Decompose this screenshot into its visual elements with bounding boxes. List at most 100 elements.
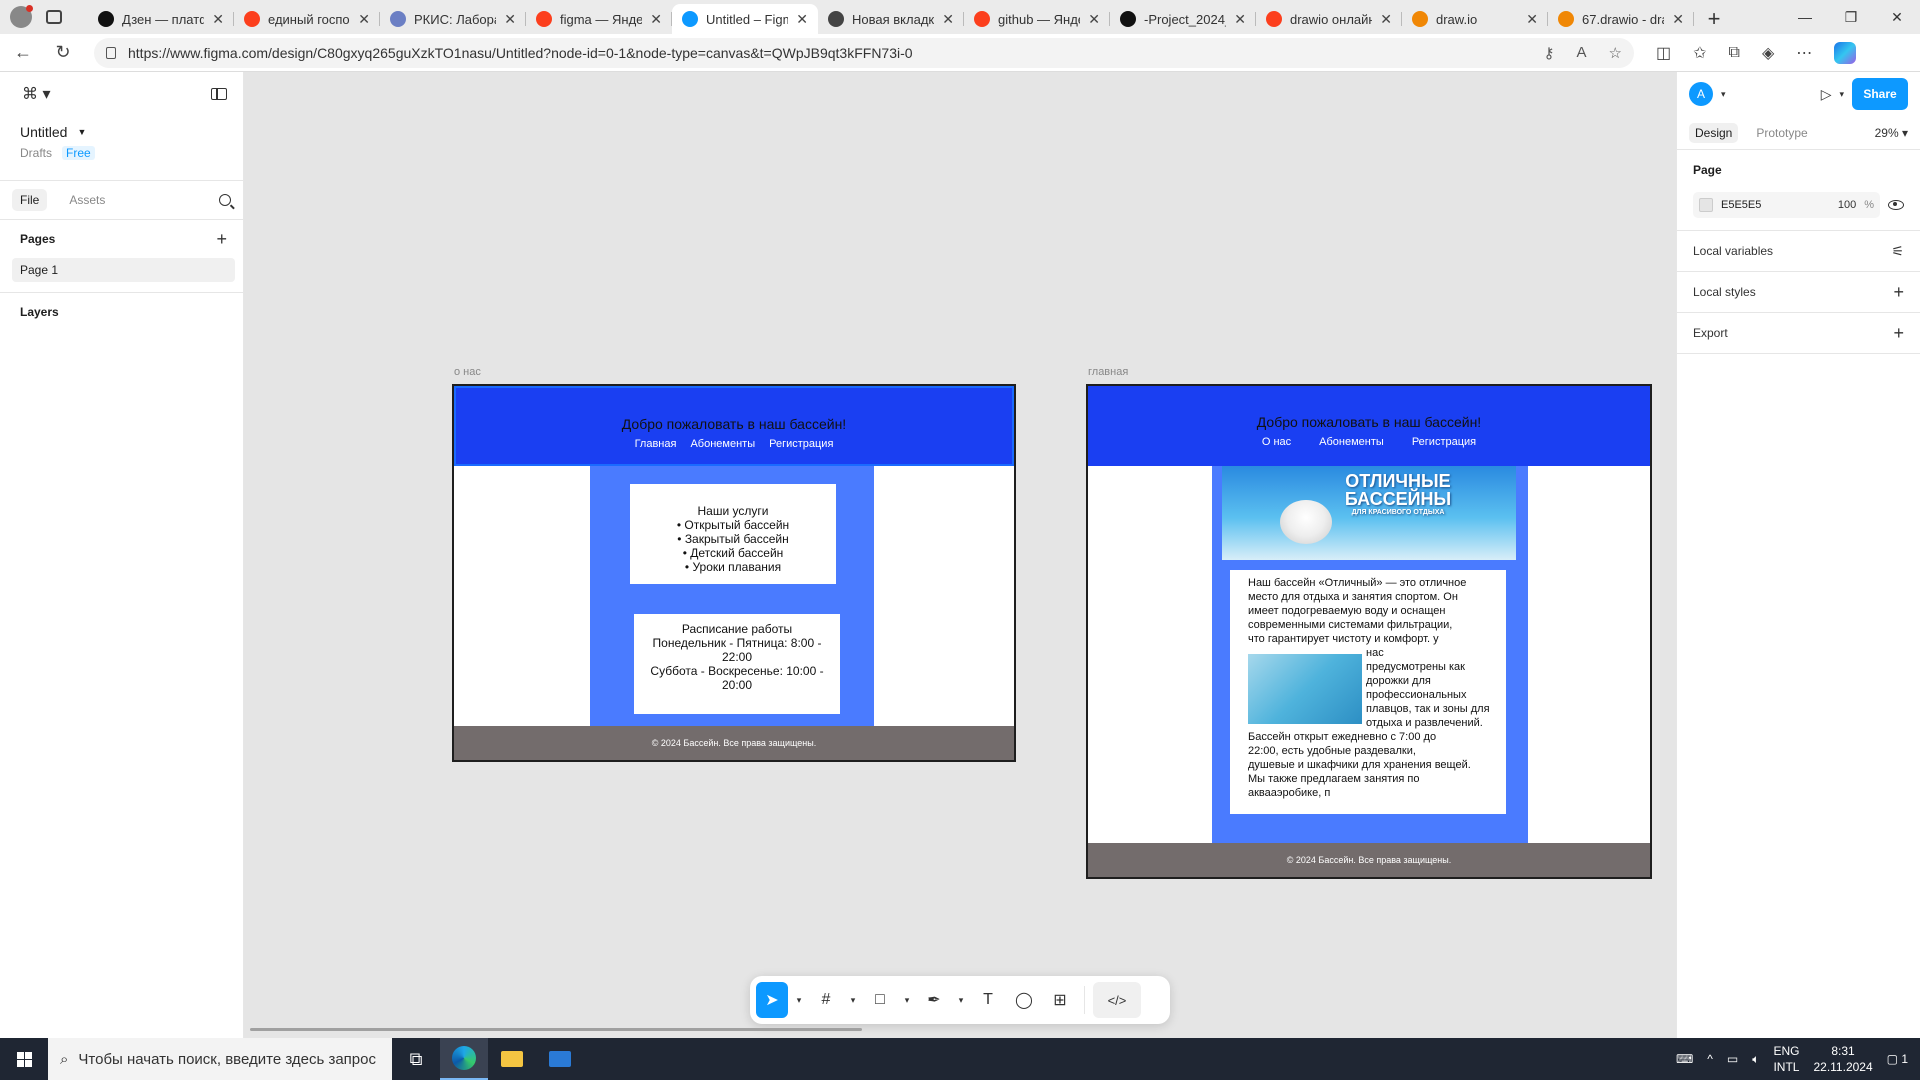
file-name-row[interactable]: Untitled ▼ [0, 116, 243, 140]
browser-tab-title[interactable]: -Project_2024_Z [1144, 12, 1226, 27]
chevron-up-icon[interactable]: ^ [1707, 1052, 1713, 1066]
browser-tab[interactable]: 67.drawio - draw ✕ [1548, 4, 1694, 34]
browser-tab-title[interactable]: 67.drawio - draw [1582, 12, 1664, 27]
search-icon[interactable] [219, 194, 231, 206]
avatar[interactable]: A [1689, 82, 1713, 106]
add-export-icon[interactable]: + [1893, 323, 1904, 344]
edge-app-icon[interactable] [440, 1038, 488, 1080]
tab-prototype[interactable]: Prototype [1756, 126, 1807, 140]
frame-label-main[interactable]: главная [1088, 366, 1128, 378]
drafts-link[interactable]: Drafts [20, 146, 52, 160]
profile-icon[interactable] [10, 5, 33, 28]
copilot-icon[interactable] [1834, 41, 1857, 64]
chevron-down-icon[interactable]: ▾ [792, 995, 806, 1006]
chevron-down-icon[interactable]: ▼ [77, 127, 86, 137]
browser-tab[interactable]: Untitled – Figma ✕ [672, 4, 818, 34]
eye-icon[interactable] [1888, 200, 1904, 210]
canvas[interactable]: о нас Добро пожаловать в наш бассейн! Гл… [244, 72, 1676, 1038]
export-row[interactable]: Export + [1693, 313, 1904, 353]
figma-menu-icon[interactable]: ⌘ ▾ [22, 84, 50, 104]
close-tab-icon[interactable]: ✕ [504, 11, 516, 28]
color-swatch[interactable] [1699, 198, 1713, 212]
frame-about[interactable]: Добро пожаловать в наш бассейн! Главная … [452, 384, 1016, 762]
tab-actions-icon[interactable] [46, 10, 62, 24]
local-styles-row[interactable]: Local styles + [1693, 272, 1904, 312]
close-tab-icon[interactable]: ✕ [650, 11, 662, 28]
move-tool-icon[interactable]: ➤ [756, 982, 788, 1018]
collections-icon[interactable]: ⧉ [1729, 44, 1740, 62]
back-button[interactable]: ← [6, 38, 40, 68]
file-name[interactable]: Untitled [20, 124, 67, 140]
page-item[interactable]: Page 1 [12, 258, 235, 282]
close-tab-icon[interactable]: ✕ [1088, 11, 1100, 28]
browser-tab-title[interactable]: единый госпорт [268, 12, 350, 27]
browser-tab-title[interactable]: figma — Яндекс [560, 12, 642, 27]
rectangle-tool-icon[interactable]: □ [864, 982, 896, 1018]
share-button[interactable]: Share [1852, 78, 1908, 110]
frame-main[interactable]: Добро пожаловать в наш бассейн! О нас Аб… [1086, 384, 1652, 879]
browser-tab[interactable]: drawio онлайн ✕ [1256, 4, 1402, 34]
minimize-icon[interactable]: — [1782, 0, 1828, 34]
reload-button[interactable]: ↻ [46, 38, 80, 68]
url-field[interactable]: https://www.figma.com/design/C80gxyq265g… [94, 37, 1634, 68]
page-color-field[interactable]: E5E5E5 100 % [1693, 192, 1880, 218]
browser-tab-title[interactable]: Дзен — платформа [122, 12, 204, 27]
search-icon[interactable]: ⌕ [60, 1051, 68, 1068]
more-menu-icon[interactable]: ⋯ [1796, 43, 1812, 63]
taskbar-search-placeholder[interactable]: Чтобы начать поиск, введите здесь запрос [78, 1051, 376, 1068]
browser-tab-title[interactable]: github — Яндекс [998, 12, 1080, 27]
present-play-icon[interactable]: ▷ [1821, 86, 1832, 103]
page-item-label[interactable]: Page 1 [20, 263, 58, 277]
plan-badge[interactable]: Free [62, 146, 95, 160]
tab-file[interactable]: File [12, 189, 48, 211]
browser-tab-title[interactable]: Untitled – Figma [706, 12, 788, 27]
export-label[interactable]: Export [1693, 326, 1728, 340]
add-style-icon[interactable]: + [1893, 282, 1904, 303]
local-styles-label[interactable]: Local styles [1693, 285, 1756, 299]
actions-tool-icon[interactable]: ⊞ [1044, 982, 1076, 1018]
browser-tab-title[interactable]: drawio онлайн [1290, 12, 1372, 27]
local-variables-label[interactable]: Local variables [1693, 244, 1773, 258]
canvas-scrollbar[interactable] [250, 1028, 862, 1031]
frame-label-about[interactable]: о нас [454, 366, 481, 378]
pen-tool-icon[interactable]: ✒ [918, 982, 950, 1018]
browser-tab-title[interactable]: draw.io [1436, 12, 1518, 27]
browser-tab[interactable]: figma — Яндекс ✕ [526, 4, 672, 34]
close-tab-icon[interactable]: ✕ [796, 11, 808, 28]
chevron-down-icon[interactable]: ▾ [846, 995, 860, 1006]
network-icon[interactable]: ▭ [1727, 1052, 1738, 1066]
chevron-down-icon[interactable]: ▾ [954, 995, 968, 1006]
mail-app-icon[interactable] [536, 1038, 584, 1080]
browser-tab[interactable]: -Project_2024_Z ✕ [1110, 4, 1256, 34]
windows-start-icon[interactable] [0, 1038, 48, 1080]
close-tab-icon[interactable]: ✕ [942, 11, 954, 28]
keyboard-icon[interactable]: ⌨ [1676, 1052, 1693, 1066]
extensions-icon[interactable]: ◈ [1762, 43, 1774, 63]
chevron-down-icon[interactable]: ▾ [1721, 89, 1726, 100]
close-tab-icon[interactable]: ✕ [1234, 11, 1246, 28]
browser-tab[interactable]: единый госпорт ✕ [234, 4, 380, 34]
language-indicator[interactable]: ENG INTL [1773, 1043, 1799, 1075]
dev-mode-icon[interactable]: </> [1093, 982, 1141, 1018]
close-tab-icon[interactable]: ✕ [1526, 11, 1538, 28]
browser-tab[interactable]: github — Яндекс ✕ [964, 4, 1110, 34]
add-page-icon[interactable]: + [216, 229, 227, 250]
close-tab-icon[interactable]: ✕ [358, 11, 370, 28]
new-tab-button[interactable]: + [1694, 4, 1734, 34]
read-aloud-icon[interactable]: A [1577, 44, 1587, 62]
url-text[interactable]: https://www.figma.com/design/C80gxyq265g… [128, 45, 1532, 61]
browser-tab-title[interactable]: Новая вкладка [852, 12, 934, 27]
chevron-down-icon[interactable]: ▾ [900, 995, 914, 1006]
local-variables-row[interactable]: Local variables ⚟ [1693, 231, 1904, 271]
close-window-icon[interactable]: ✕ [1874, 0, 1920, 34]
close-tab-icon[interactable]: ✕ [1380, 11, 1392, 28]
browser-tab[interactable]: Дзен — платформа ✕ [88, 4, 234, 34]
variables-icon[interactable]: ⚟ [1891, 243, 1904, 260]
comment-tool-icon[interactable]: ◯ [1008, 982, 1040, 1018]
frame-tool-icon[interactable]: # [810, 982, 842, 1018]
chevron-down-icon[interactable]: ▾ [1839, 89, 1844, 100]
volume-icon[interactable]: 🔈︎ [1752, 1052, 1759, 1067]
page-color-hex[interactable]: E5E5E5 [1721, 199, 1761, 211]
lock-icon[interactable] [106, 46, 116, 59]
tab-design[interactable]: Design [1689, 122, 1739, 143]
